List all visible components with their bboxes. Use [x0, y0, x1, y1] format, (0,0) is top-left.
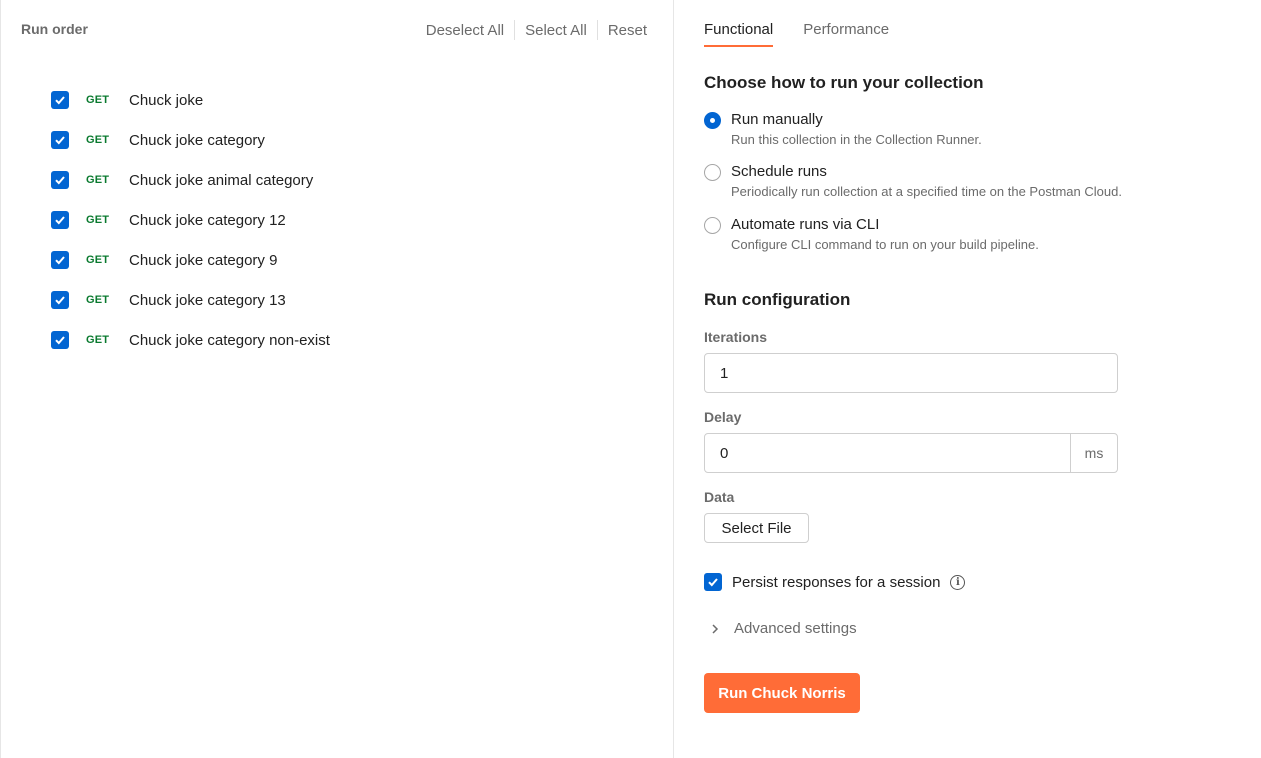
radio-run-manually[interactable]: Run manually Run this collection in the …	[704, 110, 982, 147]
request-method: GET	[86, 94, 110, 106]
advanced-settings-toggle[interactable]: Advanced settings	[708, 620, 857, 637]
radio-button[interactable]	[704, 112, 721, 129]
request-method: GET	[86, 134, 110, 146]
advanced-settings-label: Advanced settings	[734, 620, 857, 637]
radio-dot-icon	[710, 118, 715, 123]
select-file-button[interactable]: Select File	[704, 513, 809, 543]
request-checkbox[interactable]	[51, 291, 69, 309]
request-name: Chuck joke animal category	[129, 171, 314, 189]
request-name: Chuck joke category 13	[129, 291, 286, 309]
request-name: Chuck joke category 9	[129, 251, 278, 269]
request-checkbox[interactable]	[51, 131, 69, 149]
persist-checkbox[interactable]	[704, 573, 722, 591]
request-checkbox[interactable]	[51, 251, 69, 269]
request-row[interactable]: GET Chuck joke category 12	[51, 200, 651, 240]
iterations-input[interactable]: 1	[704, 353, 1118, 393]
check-icon	[55, 256, 65, 265]
check-icon	[55, 176, 65, 185]
request-name: Chuck joke category 12	[129, 211, 286, 229]
check-icon	[55, 296, 65, 305]
request-row[interactable]: GET Chuck joke	[51, 80, 651, 120]
request-row[interactable]: GET Chuck joke category 13	[51, 280, 651, 320]
request-checkbox[interactable]	[51, 331, 69, 349]
request-checkbox[interactable]	[51, 171, 69, 189]
check-icon	[708, 578, 718, 587]
panel-divider	[673, 0, 674, 758]
request-name: Chuck joke category non-exist	[129, 331, 330, 349]
reset-button[interactable]: Reset	[598, 22, 647, 39]
request-method: GET	[86, 334, 110, 346]
delay-label: Delay	[704, 409, 742, 425]
request-row[interactable]: GET Chuck joke category	[51, 120, 651, 160]
radio-label: Schedule runs	[731, 163, 827, 180]
radio-label: Automate runs via CLI	[731, 216, 880, 233]
persist-responses-option[interactable]: Persist responses for a session i	[704, 573, 966, 591]
info-icon[interactable]: i	[950, 574, 966, 590]
radio-description: Run this collection in the Collection Ru…	[731, 132, 982, 147]
request-method: GET	[86, 174, 110, 186]
tab-functional[interactable]: Functional	[704, 0, 774, 50]
select-all-button[interactable]: Select All	[515, 22, 597, 39]
data-label: Data	[704, 489, 735, 505]
run-order-panel: Run order Deselect All Select All Reset …	[0, 0, 673, 758]
check-icon	[55, 136, 65, 145]
radio-description: Configure CLI command to run on your bui…	[731, 237, 1039, 252]
radio-schedule-runs[interactable]: Schedule runs Periodically run collectio…	[704, 162, 1122, 199]
deselect-all-button[interactable]: Deselect All	[416, 22, 514, 39]
persist-label: Persist responses for a session	[732, 573, 941, 591]
run-collection-button[interactable]: Run Chuck Norris	[704, 673, 860, 713]
request-list: GET Chuck joke GET Chuck joke category G…	[51, 80, 651, 360]
delay-unit: ms	[1070, 434, 1117, 472]
request-checkbox[interactable]	[51, 211, 69, 229]
run-method-heading: Choose how to run your collection	[704, 73, 984, 92]
request-method: GET	[86, 254, 110, 266]
request-name: Chuck joke category	[129, 131, 265, 149]
iterations-value[interactable]: 1	[705, 365, 1117, 382]
radio-button[interactable]	[704, 217, 721, 234]
check-icon	[55, 216, 65, 225]
request-row[interactable]: GET Chuck joke animal category	[51, 160, 651, 200]
check-icon	[55, 96, 65, 105]
request-name: Chuck joke	[129, 91, 204, 109]
run-order-title: Run order	[21, 21, 88, 37]
request-row[interactable]: GET Chuck joke category 9	[51, 240, 651, 280]
request-method: GET	[86, 294, 110, 306]
runner-tabs: Functional Performance	[704, 0, 919, 50]
radio-label: Run manually	[731, 111, 823, 128]
run-configuration-heading: Run configuration	[704, 290, 851, 309]
check-icon	[55, 336, 65, 345]
request-method: GET	[86, 214, 110, 226]
radio-button[interactable]	[704, 164, 721, 181]
tab-performance[interactable]: Performance	[803, 0, 889, 50]
request-row[interactable]: GET Chuck joke category non-exist	[51, 320, 651, 360]
radio-description: Periodically run collection at a specifi…	[731, 184, 1122, 199]
delay-input[interactable]: 0 ms	[704, 433, 1118, 473]
delay-value[interactable]: 0	[705, 445, 1070, 462]
iterations-label: Iterations	[704, 329, 768, 345]
radio-automate-cli[interactable]: Automate runs via CLI Configure CLI comm…	[704, 215, 1039, 252]
run-settings-panel: Functional Performance Choose how to run…	[704, 0, 1244, 758]
request-checkbox[interactable]	[51, 91, 69, 109]
chevron-right-icon	[712, 623, 719, 634]
run-order-toolbar: Deselect All Select All Reset	[416, 20, 647, 40]
